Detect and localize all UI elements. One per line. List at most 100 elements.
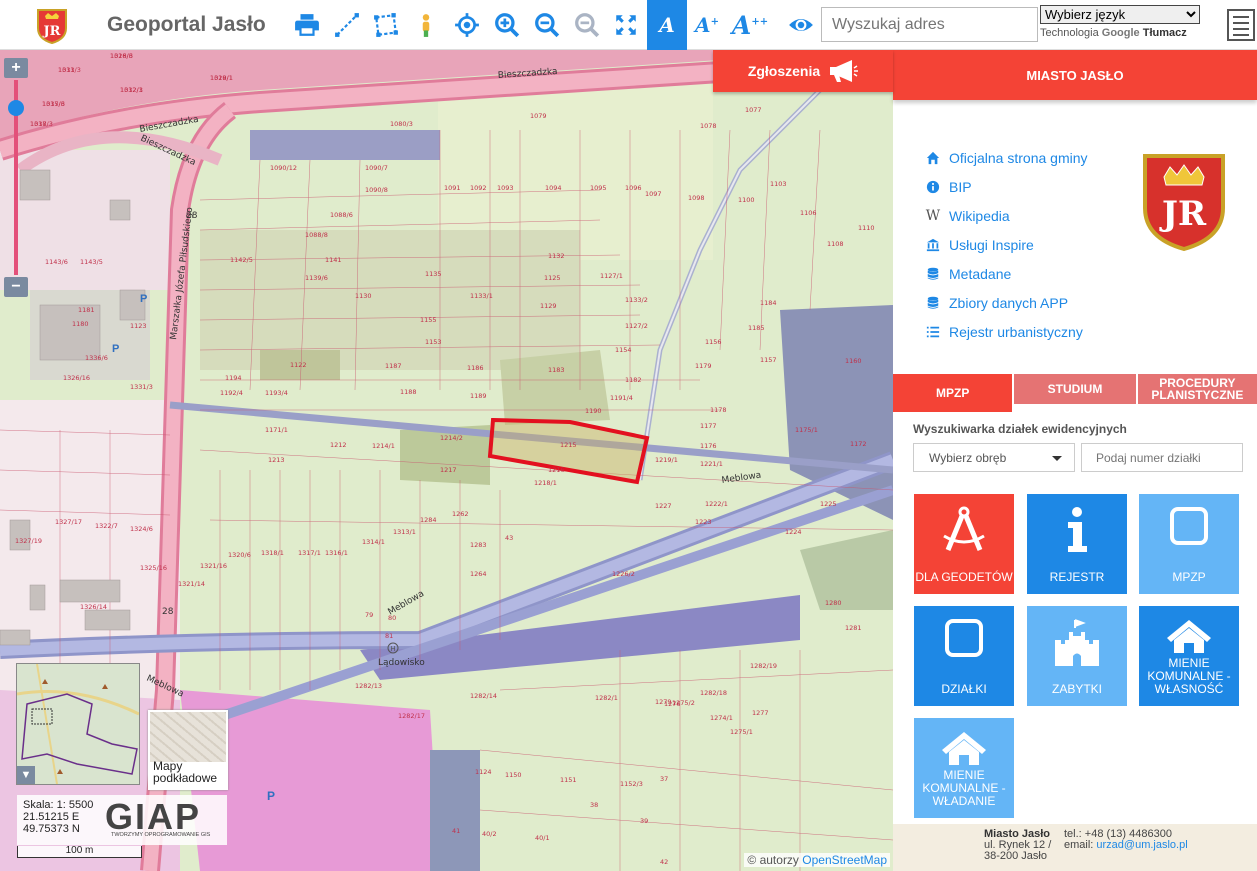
parcel-label: 1124	[475, 768, 492, 776]
tile-surveyors[interactable]: DLA GEODETÓW	[914, 494, 1014, 594]
zoom-in-button[interactable]: +	[4, 58, 28, 78]
parcel-label: 1282/19	[750, 662, 777, 670]
parcel-label: 1097	[645, 190, 662, 198]
parcel-label: 1103	[770, 180, 787, 188]
link-metadata[interactable]: Metadane	[925, 259, 1088, 288]
reports-label: Zgłoszenia	[747, 63, 821, 79]
tile-monuments[interactable]: ZABYTKI	[1027, 606, 1127, 706]
zoom-in-tool-button[interactable]	[488, 6, 526, 44]
osm-link[interactable]: OpenStreetMap	[802, 853, 887, 867]
menu-button[interactable]	[1225, 5, 1257, 45]
zoom-slider-handle[interactable]	[8, 100, 24, 116]
tile-label: ZABYTKI	[1051, 682, 1102, 696]
font-size-larger-button[interactable]: A+	[688, 6, 726, 44]
tile-property-management[interactable]: MIENIE KOMUNALNE - WŁADANIE	[914, 718, 1014, 818]
address-search-input[interactable]	[821, 7, 1038, 42]
reports-button[interactable]: Zgłoszenia	[713, 50, 893, 92]
link-urban-register[interactable]: Rejestr urbanistyczny	[925, 317, 1088, 346]
street-view-button[interactable]	[407, 6, 445, 44]
language-select[interactable]: Wybierz język	[1040, 5, 1200, 24]
font-plus2-label: A	[731, 10, 752, 40]
svg-text:H: H	[390, 646, 395, 653]
parcel-label: 1322/7	[95, 522, 118, 530]
parcel-label: 1133/2	[625, 296, 648, 304]
parcel-label: 81	[385, 632, 393, 640]
link-label: Wikipedia	[949, 207, 1010, 224]
parcel-label: 1212	[330, 441, 347, 449]
tile-register[interactable]: REJESTR	[1027, 494, 1127, 594]
parcel-label: 39	[640, 817, 648, 825]
database-icon	[925, 295, 941, 311]
font-normal-label: A	[659, 13, 675, 37]
link-label: Metadane	[949, 265, 1012, 282]
eye-icon	[789, 19, 813, 31]
footer-contact: tel.: +48 (13) 4486300 email: urzad@um.j…	[1064, 829, 1188, 851]
tile-property-ownership[interactable]: MIENIE KOMUNALNE - WŁASNOŚĆ	[1139, 606, 1239, 706]
tab-procedury-planistyczne[interactable]: PROCEDURY PLANISTYCZNE	[1137, 374, 1257, 404]
scale-bar: 100 m	[17, 846, 142, 858]
locate-button[interactable]	[448, 6, 486, 44]
link-official-site[interactable]: Oficjalna strona gminy	[925, 143, 1088, 172]
chevron-down-icon: ▼	[20, 769, 32, 781]
home-icon	[925, 150, 941, 166]
link-inspire[interactable]: Usługi Inspire	[925, 230, 1088, 259]
map-view[interactable]: H P P P Bieszczadzka Bieszczadzka Bieszc…	[0, 50, 893, 871]
parcel-label: 1326/14	[80, 603, 107, 611]
google-brand[interactable]: Google	[1102, 27, 1140, 39]
parcel-label: 1279	[655, 698, 672, 706]
parcel-label: 1093	[497, 184, 514, 192]
zoom-out-button[interactable]: −	[4, 277, 28, 297]
house-icon	[942, 732, 986, 765]
zoom-out-tool-button[interactable]	[528, 6, 566, 44]
fullscreen-button[interactable]	[607, 6, 645, 44]
parcel-label: 1274/1	[710, 714, 733, 722]
coat-of-arms: JR	[1142, 153, 1226, 252]
measure-area-button[interactable]	[367, 6, 405, 44]
parcel-label: 1156	[705, 338, 722, 346]
parcel-label: 41	[452, 827, 460, 835]
parcel-label: 1214/2	[440, 434, 463, 442]
print-button[interactable]	[288, 6, 326, 44]
city-logo[interactable]: JR	[36, 8, 68, 45]
overview-map[interactable]: ▼	[16, 663, 140, 785]
parcel-label: 1186	[467, 364, 484, 372]
parcel-number-input[interactable]	[1081, 443, 1243, 472]
expand-arrows-icon	[616, 15, 636, 35]
tile-parcels[interactable]: DZIAŁKI	[914, 606, 1014, 706]
parcel-label: 1133/1	[470, 292, 493, 300]
zoom-control: + −	[4, 58, 30, 298]
parcel-label: 1216	[548, 466, 565, 474]
footer-city: 38-200 Jasło	[984, 850, 1047, 862]
map-attribution: © autorzy OpenStreetMap	[744, 853, 890, 867]
parcel-label: 1181	[78, 306, 95, 314]
basemaps-switcher[interactable]: Mapy podkładowe	[148, 710, 228, 790]
panel-tabs: MPZP STUDIUM PROCEDURY PLANISTYCZNE	[893, 374, 1257, 412]
translate-suffix: Tłumacz	[1142, 27, 1187, 39]
tab-mpzp[interactable]: MPZP	[893, 374, 1013, 412]
overview-collapse-button[interactable]: ▼	[17, 766, 35, 784]
font-size-largest-button[interactable]: A++	[731, 6, 769, 44]
parcel-label: 1193/4	[265, 389, 288, 397]
parcel-label: 1183	[548, 366, 565, 374]
parcel-label: 1227	[655, 502, 672, 510]
scale-ratio: Skala: 1: 5500	[23, 799, 94, 811]
giap-logo[interactable]: GIAP TWORZYMY OPROGRAMOWANIE GIS	[105, 795, 225, 843]
crosshair-icon	[455, 13, 479, 37]
high-contrast-button[interactable]	[782, 6, 820, 44]
parcel-label: 1143/5	[80, 258, 103, 266]
info-icon	[1068, 507, 1087, 552]
footer-email-link[interactable]: urzad@um.jaslo.pl	[1096, 839, 1187, 851]
zoom-reset-button[interactable]	[568, 6, 606, 44]
tab-studium[interactable]: STUDIUM	[1014, 374, 1136, 404]
tile-mpzp[interactable]: MPZP	[1139, 494, 1239, 594]
parcel-label: 1110	[858, 224, 875, 232]
link-bip[interactable]: BIP	[925, 172, 1088, 201]
measure-distance-button[interactable]	[328, 6, 366, 44]
parcel-label: 1318/1	[261, 549, 284, 557]
link-app-datasets[interactable]: Zbiory danych APP	[925, 288, 1088, 317]
link-wikipedia[interactable]: W Wikipedia	[925, 201, 1088, 230]
plus-icon: +	[11, 59, 21, 76]
obreb-select[interactable]: Wybierz obręb	[913, 443, 1075, 472]
font-size-normal-button[interactable]: A	[647, 0, 687, 50]
parcel-label: 1171/1	[265, 426, 288, 434]
